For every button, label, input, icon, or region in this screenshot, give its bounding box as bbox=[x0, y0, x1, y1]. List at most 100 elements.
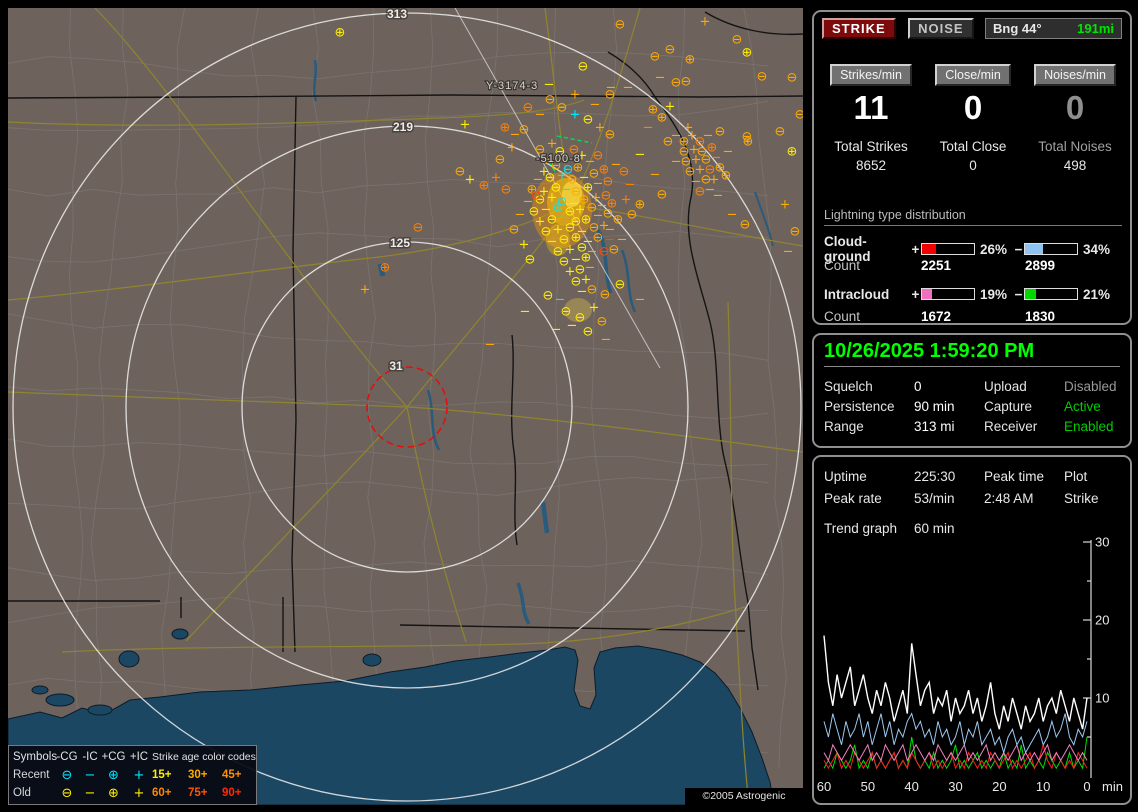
strike-symbol: − bbox=[650, 168, 661, 183]
strike-symbol: + bbox=[519, 238, 530, 253]
strike-symbol: ⊖ bbox=[495, 153, 506, 168]
ic-negative-bar bbox=[1024, 288, 1078, 300]
lightning-map[interactable]: ⊖+⊖⊕−⊖+⊖+⊖⊕−⊖−⊖+⊖−⊖⊕⊕+⊖−⊖⊕−⊖−⊖+⊖−⊖+⊖⊖−⊕⊖… bbox=[8, 8, 803, 805]
cg-negative-bar-fill bbox=[1025, 244, 1043, 254]
status-row-squelch: Squelch 0 Upload Disabled bbox=[824, 376, 1120, 396]
y-tick-label: 20 bbox=[1095, 613, 1109, 628]
strike-symbol: ⊖ bbox=[593, 149, 604, 164]
range-ring-label: 219 bbox=[393, 120, 413, 134]
strike-symbol: ⊖ bbox=[615, 278, 626, 293]
strike-stats-panel: STRIKE NOISE Bng 44° 191mi Strikes/min 1… bbox=[812, 10, 1132, 325]
close-per-min-column: Close/min 0 Total Close 0 bbox=[922, 64, 1024, 173]
strike-symbol: ⊕ bbox=[479, 179, 490, 194]
strike-symbol: ⊖ bbox=[790, 225, 801, 240]
uptime-label: Uptime bbox=[824, 469, 914, 484]
strike-symbol: ⊖ bbox=[795, 108, 803, 123]
close-per-min-button[interactable]: Close/min bbox=[935, 64, 1011, 86]
positive-sign: + bbox=[910, 287, 921, 302]
strike-symbol: ⊖ bbox=[615, 18, 626, 33]
strike-symbol: − bbox=[567, 319, 578, 334]
strike-symbol: ⊖ bbox=[787, 71, 798, 86]
noises-per-min-button[interactable]: Noises/min bbox=[1034, 64, 1116, 86]
strike-symbol: ⊖ bbox=[413, 221, 424, 236]
cg-pos-recent-icon: ⊕ bbox=[101, 768, 126, 783]
strike-symbol: ⊖ bbox=[583, 113, 594, 128]
noise-mode-button[interactable]: NOISE bbox=[908, 18, 973, 39]
ic-positive-pct: 19% bbox=[975, 287, 1013, 302]
age-45-label: 45+ bbox=[222, 769, 252, 781]
peak-rate-value: 53/min bbox=[914, 491, 984, 506]
strike-symbol: ⊖ bbox=[715, 125, 726, 140]
strikes-per-min-button[interactable]: Strikes/min bbox=[830, 64, 912, 86]
range-label: Range bbox=[824, 419, 914, 434]
strike-symbol: − bbox=[783, 245, 794, 260]
ic-negative-count: 1830 bbox=[1025, 309, 1122, 324]
negative-sign: − bbox=[1013, 242, 1024, 257]
strike-symbol: − bbox=[635, 293, 646, 308]
strike-symbol: + bbox=[595, 121, 606, 136]
storm-cell-label: Y-3174-3 bbox=[486, 80, 538, 92]
cg-negative-bar bbox=[1024, 243, 1078, 255]
strike-symbol: − bbox=[601, 333, 612, 348]
legend-age-title: Strike age color codes bbox=[152, 751, 252, 763]
cg-positive-bar bbox=[921, 243, 975, 255]
strike-symbol: ⊖ bbox=[501, 183, 512, 198]
strike-mode-button[interactable]: STRIKE bbox=[822, 18, 896, 39]
cg-neg-old-icon: ⊖ bbox=[55, 786, 79, 801]
upload-label: Upload bbox=[984, 379, 1064, 394]
strike-symbol: + bbox=[507, 141, 518, 156]
x-tick-label: 0 bbox=[1083, 779, 1090, 794]
strike-symbol: ⊖ bbox=[557, 101, 568, 116]
status-row-persistence: Persistence 90 min Capture Active bbox=[824, 396, 1120, 416]
intracloud-counts: Count 1672 1830 bbox=[824, 309, 1122, 324]
strike-symbol: + bbox=[570, 108, 581, 123]
strike-symbol: ⊕ bbox=[635, 198, 646, 213]
ic-pos-old-icon: + bbox=[126, 786, 152, 801]
status-row-range: Range 313 mi Receiver Enabled bbox=[824, 416, 1120, 436]
map-canvas: ⊖+⊖⊕−⊖+⊖+⊖⊕−⊖−⊖+⊖−⊖⊕⊕+⊖−⊖⊕−⊖−⊖+⊖−⊖+⊖⊖−⊕⊖… bbox=[8, 8, 803, 805]
strike-symbol: ⊖ bbox=[665, 43, 676, 58]
strike-symbol: + bbox=[491, 171, 502, 186]
persistence-label: Persistence bbox=[824, 399, 914, 414]
x-tick-label: 60 bbox=[817, 779, 831, 794]
ic-count-label: Count bbox=[824, 309, 921, 324]
strike-symbol: ⊖ bbox=[775, 125, 786, 140]
strike-symbol: − bbox=[625, 178, 636, 193]
range-ring-label: 125 bbox=[390, 236, 410, 250]
ic-neg-old-icon: − bbox=[79, 786, 101, 801]
strike-symbol: ⊖ bbox=[732, 33, 743, 48]
legend-row-old-label: Old bbox=[13, 787, 55, 799]
strike-symbol: ⊖ bbox=[603, 175, 614, 190]
strike-symbol: ⊖ bbox=[593, 231, 604, 246]
cg-count-label: Count bbox=[824, 258, 921, 273]
strike-symbol: ⊕ bbox=[613, 213, 624, 228]
trend-series-cg-strikes bbox=[824, 745, 1087, 768]
status-rows: Squelch 0 Upload Disabled Persistence 90… bbox=[824, 376, 1120, 436]
cg-negative-pct: 34% bbox=[1078, 242, 1118, 257]
strike-symbol: ⊖ bbox=[561, 305, 572, 320]
age-60-label: 60+ bbox=[152, 787, 188, 799]
cg-positive-bar-fill bbox=[922, 244, 936, 254]
mode-button-row: STRIKE NOISE Bng 44° 191mi bbox=[822, 18, 1122, 42]
legend-col-cg-pos: +CG bbox=[101, 751, 126, 763]
age-90-label: 90+ bbox=[222, 787, 252, 799]
cloud-ground-counts: Count 2251 2899 bbox=[824, 258, 1122, 273]
strike-symbol: ⊕ bbox=[742, 46, 753, 61]
strike-symbol: ⊖ bbox=[531, 189, 542, 204]
peak-rate-label: Peak rate bbox=[824, 491, 914, 506]
range-value: 313 mi bbox=[914, 419, 984, 434]
x-tick-label: 50 bbox=[861, 779, 875, 794]
map-legend: Symbols -CG -IC +CG +IC Strike age color… bbox=[8, 745, 257, 805]
rate-counters: Strikes/min 11 Total Strikes 8652 Close/… bbox=[820, 64, 1126, 173]
age-75-label: 75+ bbox=[188, 787, 222, 799]
strike-symbol: ⊖ bbox=[523, 101, 534, 116]
session-row-1: Uptime 225:30 Peak time Plot bbox=[824, 465, 1120, 487]
x-tick-label: 30 bbox=[948, 779, 962, 794]
legend-col-cg-neg: -CG bbox=[55, 751, 79, 763]
strike-symbol: ⊖ bbox=[597, 315, 608, 330]
strike-symbol: − bbox=[635, 148, 646, 163]
strike-symbol: + bbox=[460, 118, 471, 133]
strike-symbol: − bbox=[515, 208, 526, 223]
datetime-display: 10/26/2025 1:59:20 PM bbox=[824, 340, 1120, 367]
strike-symbol: ⊖ bbox=[742, 130, 753, 145]
